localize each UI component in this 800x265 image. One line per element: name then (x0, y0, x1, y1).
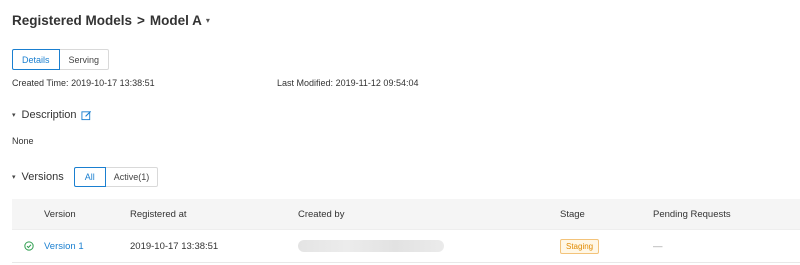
column-header-version[interactable]: Version (44, 209, 76, 220)
column-header-registered-at[interactable]: Registered at (130, 209, 187, 220)
column-header-created-by[interactable]: Created by (298, 209, 344, 220)
versions-title: Versions (21, 171, 64, 183)
description-value: None (12, 136, 34, 146)
tab-details[interactable]: Details (12, 49, 60, 70)
last-modified-value: 2019-11-12 09:54:04 (335, 78, 419, 88)
last-modified-label: Last Modified (277, 78, 331, 88)
versions-collapse-icon[interactable]: ▾ (12, 173, 16, 181)
check-circle-icon (24, 241, 34, 251)
description-collapse-icon[interactable]: ▾ (12, 111, 16, 119)
filter-active[interactable]: Active(1) (104, 167, 159, 187)
column-header-pending-requests[interactable]: Pending Requests (653, 209, 731, 220)
created-by-redacted (298, 240, 444, 252)
table-row: Version 1 2019-10-17 13:38:51 Staging — (12, 230, 800, 263)
created-time-value: 2019-10-17 13:38:51 (71, 78, 155, 88)
breadcrumb-current-model[interactable]: Model A (150, 13, 202, 28)
created-time-field: Created Time: 2019-10-17 13:38:51 (12, 78, 155, 88)
view-tabs: Details Serving (12, 49, 110, 70)
versions-filter: All Active(1) (73, 167, 159, 187)
registered-at-cell: 2019-10-17 13:38:51 (130, 240, 219, 252)
version-link[interactable]: Version 1 (44, 241, 84, 252)
last-modified-colon: : (330, 78, 334, 88)
tab-serving[interactable]: Serving (58, 49, 110, 70)
column-header-stage[interactable]: Stage (560, 209, 585, 220)
table-header: Version Registered at Created by Stage P… (12, 199, 800, 230)
description-section-header[interactable]: ▾ Description (12, 109, 92, 121)
model-dropdown-caret-icon[interactable]: ▾ (206, 16, 210, 25)
stage-cell: Staging (560, 238, 600, 254)
pending-requests-cell: — (653, 240, 663, 252)
model-details-page: Registered Models > Model A ▾ Details Se… (0, 0, 800, 265)
created-time-colon: : (66, 78, 69, 88)
versions-section-header: ▾ Versions All Active(1) (12, 167, 159, 187)
breadcrumb-separator: > (137, 12, 145, 28)
breadcrumb: Registered Models > Model A ▾ (12, 10, 210, 30)
description-title: Description (21, 109, 77, 121)
edit-icon[interactable] (81, 110, 92, 121)
versions-table: Version Registered at Created by Stage P… (12, 199, 800, 263)
last-modified-field: Last Modified: 2019-11-12 09:54:04 (277, 78, 418, 88)
stage-badge: Staging (560, 238, 600, 254)
created-time-label: Created Time (12, 78, 67, 88)
breadcrumb-parent-link[interactable]: Registered Models (12, 13, 132, 28)
filter-all[interactable]: All (73, 167, 106, 187)
